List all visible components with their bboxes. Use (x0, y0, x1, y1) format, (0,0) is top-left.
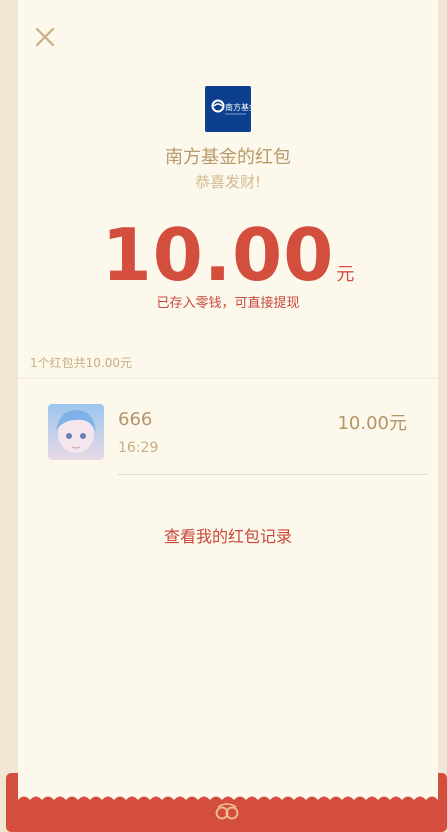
view-records-link[interactable]: 查看我的红包记录 (18, 523, 438, 547)
receiver-name: 666 (118, 409, 153, 430)
wish-text: 恭喜发财! (194, 173, 261, 191)
close-icon[interactable] (34, 26, 56, 48)
sender-logo: 南方基金 (205, 86, 257, 132)
saved-note: 已存入零钱，可直接提现 (156, 296, 300, 311)
amount-value: 10.00 (101, 213, 335, 297)
red-packet-emblem-icon (215, 803, 239, 820)
packet-summary: 1个红包共10.00元 (30, 356, 132, 370)
row-divider (118, 474, 428, 475)
receiver-amount: 10.00元 (337, 413, 407, 434)
avatar[interactable] (48, 404, 104, 460)
amount-display: 10.00 元 (18, 212, 438, 298)
sender-logo-text: 南方基金 (225, 102, 251, 112)
divider (18, 378, 438, 379)
receiver-time: 16:29 (118, 440, 159, 456)
sender-title: 南方基金的红包 (165, 147, 291, 168)
amount-unit: 元 (336, 264, 355, 285)
